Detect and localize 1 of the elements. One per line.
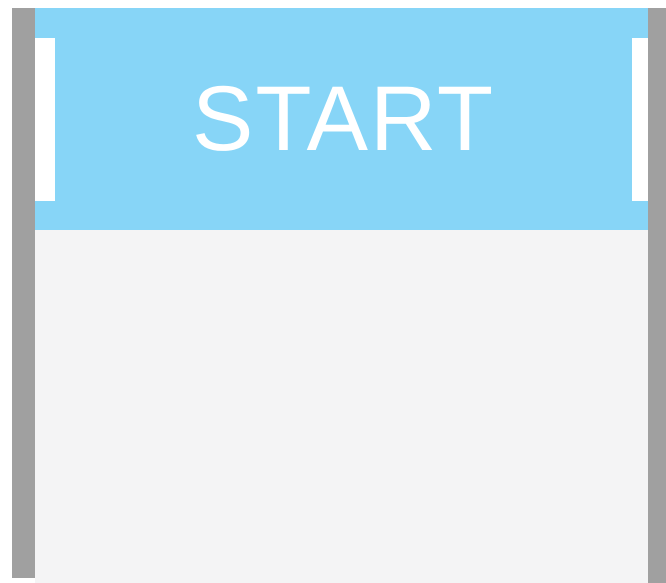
banner-title: START	[192, 73, 496, 165]
